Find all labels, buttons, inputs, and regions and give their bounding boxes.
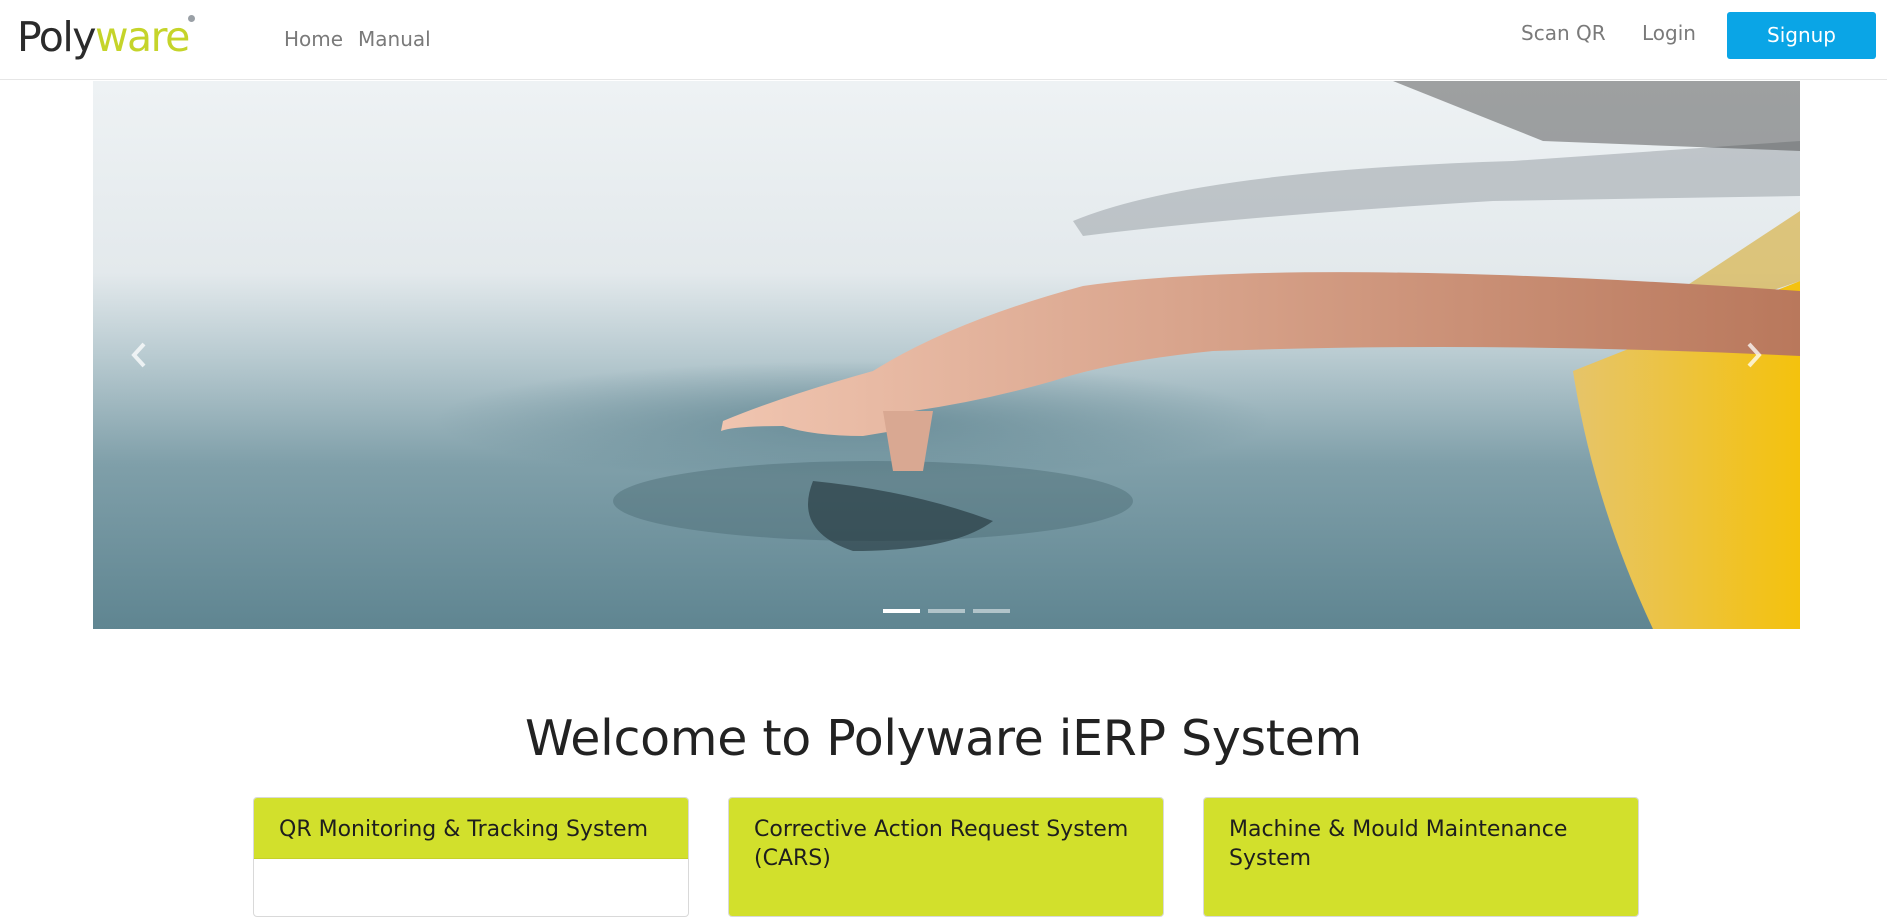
registered-mark-icon (187, 15, 195, 22)
carousel-indicator-1[interactable] (883, 609, 920, 613)
nav-link-login[interactable]: Login (1642, 21, 1696, 45)
nav-link-manual[interactable]: Manual (358, 27, 431, 51)
carousel-indicators (883, 609, 1010, 613)
chevron-left-icon (131, 342, 146, 368)
card-title: Corrective Action Request System (CARS) (729, 798, 1163, 916)
polyware-logo[interactable]: Polyware (17, 13, 195, 61)
card-title: QR Monitoring & Tracking System (254, 798, 688, 859)
hero-slide-image (93, 81, 1800, 629)
page-title: Welcome to Polyware iERP System (525, 710, 1362, 767)
card-qr-monitoring[interactable]: QR Monitoring & Tracking System (253, 797, 689, 917)
card-title: Machine & Mould Maintenance System (1204, 798, 1638, 916)
carousel-indicator-3[interactable] (973, 609, 1010, 613)
carousel-next-button[interactable] (1724, 325, 1784, 385)
nav-link-scan-qr[interactable]: Scan QR (1521, 21, 1606, 45)
top-navbar: Polyware Home Manual Scan QR Login Signu… (0, 0, 1887, 80)
signup-button[interactable]: Signup (1727, 12, 1876, 59)
nav-link-home[interactable]: Home (284, 27, 343, 51)
logo-text-ware: ware (95, 13, 190, 61)
hero-carousel (93, 81, 1800, 629)
carousel-prev-button[interactable] (109, 325, 169, 385)
chevron-right-icon (1747, 342, 1762, 368)
logo-text-poly: Poly (17, 13, 97, 61)
card-maintenance[interactable]: Machine & Mould Maintenance System (1203, 797, 1639, 917)
card-cars[interactable]: Corrective Action Request System (CARS) (728, 797, 1164, 917)
logo-wordmark: Polyware (17, 13, 190, 61)
carousel-indicator-2[interactable] (928, 609, 965, 613)
